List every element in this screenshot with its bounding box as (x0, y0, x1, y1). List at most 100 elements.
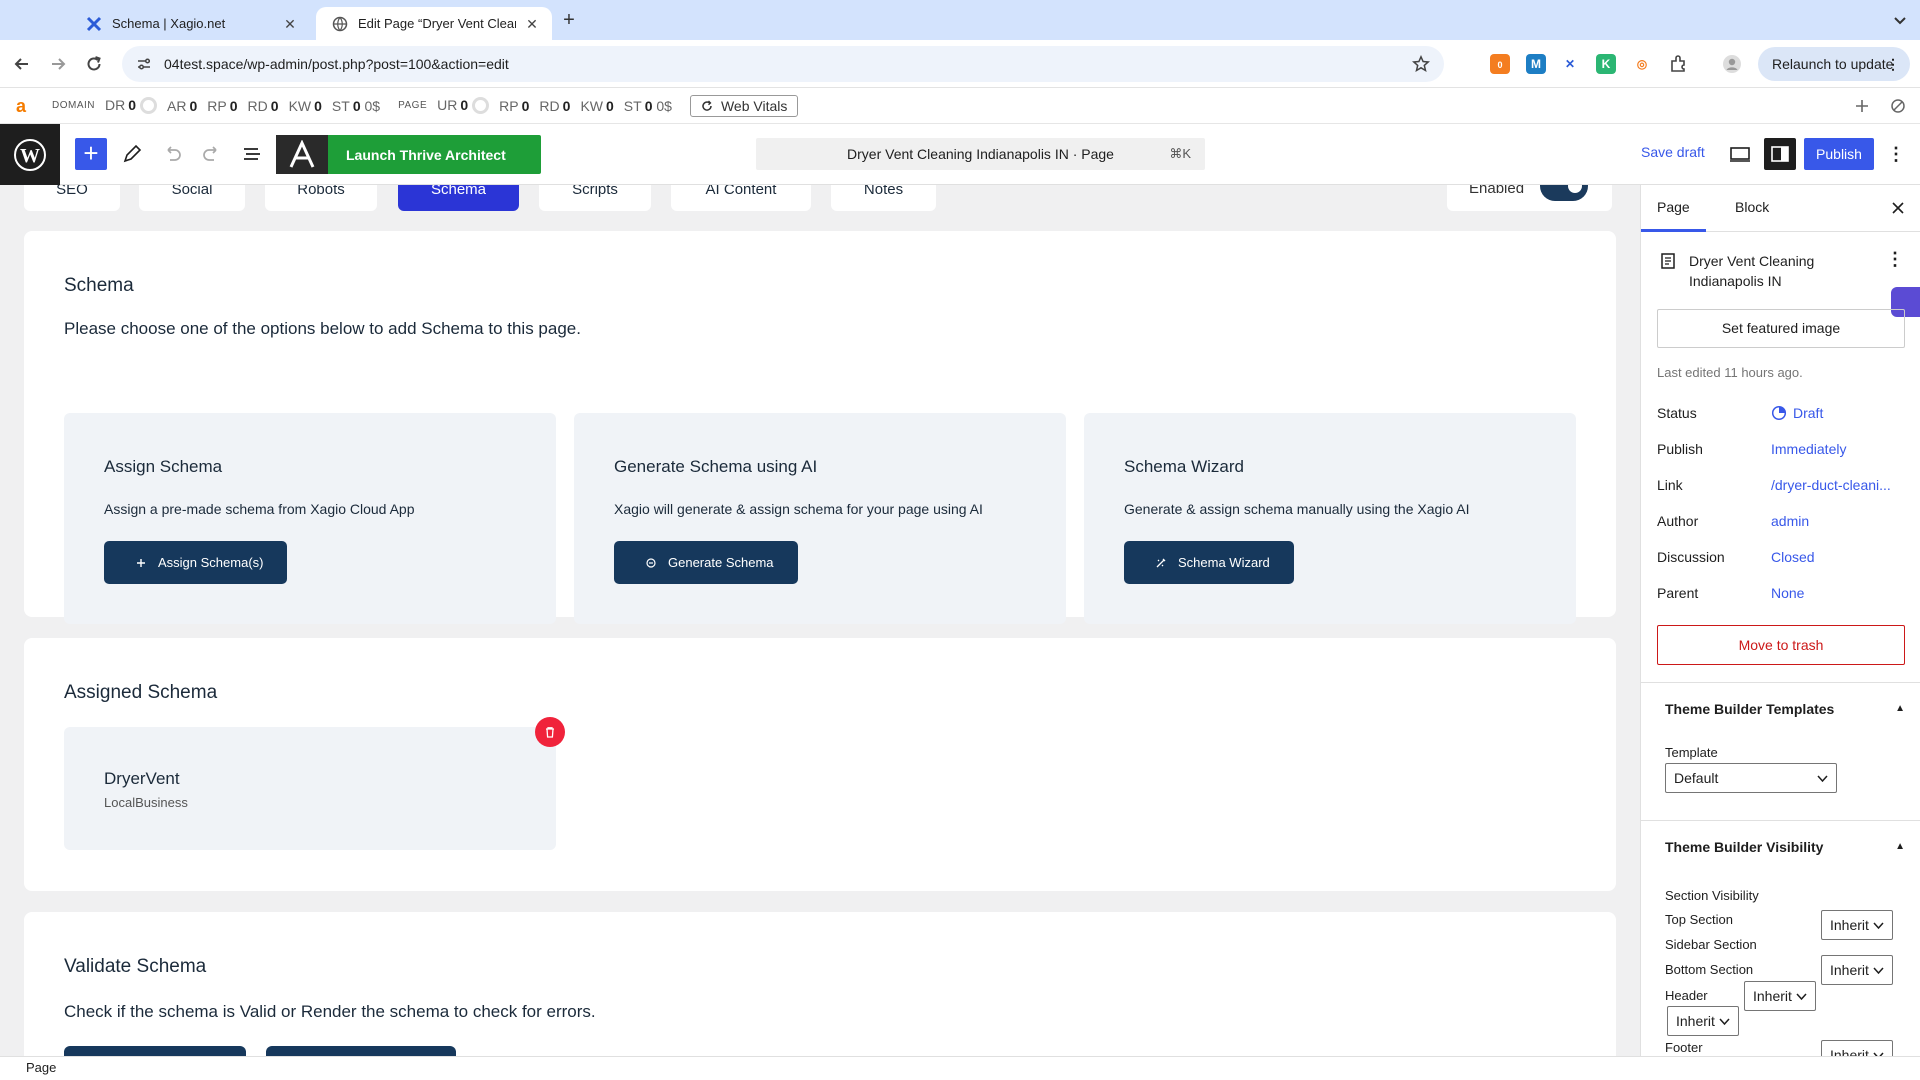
enabled-label: Enabled (1469, 185, 1525, 197)
launch-thrive-architect-button[interactable]: Launch Thrive Architect (276, 135, 541, 174)
publish-row: Publish Immediately (1657, 441, 1905, 457)
shortcut-hint: ⌘K (1169, 146, 1191, 161)
profile-avatar-icon[interactable] (1722, 54, 1742, 74)
validate-schema-button[interactable] (64, 1046, 246, 1056)
publish-value[interactable]: Immediately (1771, 441, 1905, 457)
assign-schemas-button[interactable]: Assign Schema(s) (104, 541, 288, 584)
browser-tab-title: Schema | Xagio.net (112, 16, 226, 31)
more-vertical-icon[interactable]: ⋮ (1884, 142, 1908, 166)
template-select[interactable]: Default (1665, 763, 1837, 793)
tab-schema[interactable]: Schema (398, 185, 519, 211)
option-desc: Xagio will generate & assign schema for … (614, 501, 983, 517)
discussion-value[interactable]: Closed (1771, 549, 1905, 565)
redo-icon[interactable] (200, 142, 224, 166)
disable-icon[interactable] (1890, 98, 1906, 114)
relaunch-button[interactable]: Relaunch to update ⋮ (1758, 47, 1910, 81)
close-icon[interactable] (1889, 199, 1907, 217)
undo-icon[interactable] (160, 142, 184, 166)
top-section-select[interactable]: Inherit (1821, 910, 1893, 940)
extension-k-icon[interactable]: K (1596, 54, 1616, 74)
more-vertical-icon: ⋮ (1886, 56, 1900, 72)
save-draft-button[interactable]: Save draft (1641, 144, 1705, 160)
list-view-icon[interactable] (240, 142, 264, 166)
tab-social[interactable]: Social (139, 185, 245, 211)
section-visibility-label: Section Visibility (1665, 888, 1759, 903)
desktop-preview-icon[interactable] (1728, 142, 1752, 166)
render-schema-button[interactable] (266, 1046, 456, 1056)
puzzle-extensions-icon[interactable] (1668, 54, 1688, 74)
command-palette-bar[interactable]: Dryer Vent Cleaning Indianapolis IN · Pa… (756, 138, 1205, 170)
extension-icon[interactable]: 0 (1490, 54, 1510, 74)
browser-tab-edit-page[interactable]: Edit Page “Dryer Vent Cleanin ✕ (316, 7, 552, 40)
enabled-toggle[interactable] (1540, 185, 1588, 201)
validate-schema-title: Validate Schema (64, 956, 207, 977)
plus-icon[interactable] (1854, 98, 1870, 114)
tab-block[interactable]: Block (1735, 199, 1769, 215)
parent-row: Parent None (1657, 585, 1905, 601)
schema-wizard-button[interactable]: Schema Wizard (1124, 541, 1294, 584)
publish-button[interactable]: Publish (1804, 138, 1874, 170)
schema-type: LocalBusiness (104, 795, 188, 810)
seo-metrics-bar: a DOMAIN DR 0 AR 0 RP 0 RD 0 KW 0 ST 0 0$ PAGE… (0, 88, 1920, 124)
link-row: Link /dryer-duct-cleani... (1657, 477, 1905, 493)
site-info-icon[interactable] (136, 56, 152, 72)
footer-select[interactable]: Inherit (1821, 1040, 1893, 1056)
chevron-up-icon: ▲ (1895, 703, 1905, 714)
header-label: Header (1665, 988, 1708, 1003)
header-sub-select[interactable]: Inherit (1667, 1006, 1739, 1036)
generate-schema-option: Generate Schema using AI Xagio will gene… (574, 413, 1066, 624)
author-value[interactable]: admin (1771, 513, 1905, 529)
xagio-x-icon (86, 16, 102, 31)
schema-wizard-option: Schema Wizard Generate & assign schema m… (1084, 413, 1576, 624)
forward-arrow-icon[interactable] (48, 54, 68, 74)
chevron-down-icon (1719, 1018, 1730, 1026)
tab-ai-content[interactable]: AI Content (671, 185, 811, 211)
reload-icon[interactable] (84, 54, 104, 74)
chevron-down-icon (1873, 922, 1884, 930)
tab-scripts[interactable]: Scripts (539, 185, 651, 211)
progress-ring-icon (472, 97, 490, 115)
pencil-tools-icon[interactable] (120, 142, 144, 166)
theme-builder-visibility-panel[interactable]: Theme Builder Visibility ▲ (1641, 820, 1920, 873)
close-tab-icon[interactable]: ✕ (282, 16, 298, 32)
new-tab-button[interactable]: + (558, 10, 580, 32)
add-block-button[interactable]: + (75, 138, 107, 170)
back-arrow-icon[interactable] (12, 54, 32, 74)
thrive-logo-icon (276, 135, 328, 174)
chevron-down-icon[interactable] (1892, 12, 1908, 28)
settings-panel-button[interactable] (1764, 138, 1796, 170)
enabled-toggle-box: Enabled (1447, 185, 1612, 211)
validate-schema-card: Validate Schema Check if the schema is V… (24, 912, 1616, 1056)
xagio-extension-icon[interactable]: ✕ (1560, 54, 1580, 74)
tab-seo[interactable]: SEO (24, 185, 120, 211)
tab-notes[interactable]: Notes (831, 185, 936, 211)
metric-rp: RP 0 (499, 97, 530, 114)
set-featured-image-button[interactable]: Set featured image (1657, 309, 1905, 348)
address-bar[interactable]: 04test.space/wp-admin/post.php?post=100&… (122, 46, 1444, 82)
browser-tab-xagio[interactable]: Schema | Xagio.net ✕ (70, 7, 310, 40)
extension-m-icon[interactable]: M (1526, 54, 1546, 74)
move-to-trash-button[interactable]: Move to trash (1657, 625, 1905, 665)
trash-icon (546, 727, 554, 738)
bookmark-star-icon[interactable] (1412, 55, 1430, 73)
delete-schema-button[interactable] (535, 717, 565, 747)
plus-icon (137, 558, 145, 567)
theme-builder-templates-panel[interactable]: Theme Builder Templates ▲ (1641, 682, 1920, 735)
parent-value[interactable]: None (1771, 585, 1905, 601)
chevron-down-icon (1873, 967, 1884, 975)
bottom-section-select[interactable]: Inherit (1821, 955, 1893, 985)
wordpress-logo-icon[interactable]: W (0, 124, 60, 185)
ai-icon (646, 557, 656, 568)
more-vertical-icon[interactable]: ⋮ (1886, 249, 1904, 270)
header-select[interactable]: Inherit (1744, 981, 1816, 1011)
assigned-schema-item[interactable]: DryerVent LocalBusiness (64, 727, 556, 850)
link-value[interactable]: /dryer-duct-cleani... (1771, 477, 1905, 493)
close-tab-icon[interactable]: ✕ (524, 16, 540, 32)
status-value[interactable]: Draft (1771, 405, 1905, 421)
tab-page[interactable]: Page (1641, 199, 1706, 232)
web-vitals-button[interactable]: Web Vitals (689, 94, 799, 117)
generate-schema-button[interactable]: Generate Schema (614, 541, 798, 584)
tab-robots[interactable]: Robots (265, 185, 377, 211)
extension-circle-icon[interactable]: ◎ (1632, 54, 1652, 74)
wand-icon (1156, 558, 1166, 567)
